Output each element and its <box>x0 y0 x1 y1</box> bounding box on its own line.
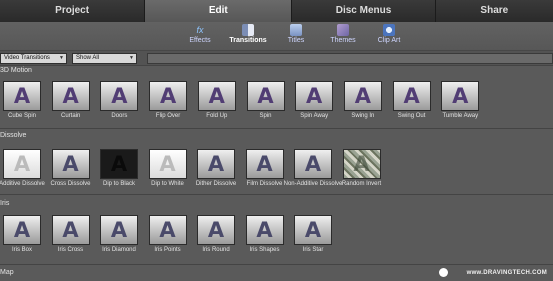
transition-preview-icon: A <box>13 152 31 176</box>
transition-thumbnail[interactable]: A <box>148 149 187 179</box>
transition-thumbnail[interactable]: A <box>245 215 284 245</box>
transition-thumbnail[interactable]: A <box>392 81 431 111</box>
tab-edit[interactable]: Edit <box>145 0 293 22</box>
clipart-icon <box>383 24 395 36</box>
transition-preview-icon: A <box>110 152 128 176</box>
transition-preview-icon: A <box>353 152 370 176</box>
transition-preview-icon: A <box>111 84 128 108</box>
category-dropdown[interactable]: Video Transitions ▼ <box>0 53 67 64</box>
transition-thumbnail[interactable]: A <box>441 81 480 111</box>
clipart-tool[interactable]: Clip Art <box>374 24 404 48</box>
themes-icon <box>337 24 349 36</box>
transition-preview-icon: A <box>207 152 225 176</box>
transition-preview-icon: A <box>62 152 79 176</box>
transition-preview-icon: A <box>208 84 225 108</box>
transition-preview-icon: A <box>304 218 322 242</box>
tab-share[interactable]: Share <box>436 0 553 22</box>
titles-label: Titles <box>287 37 305 44</box>
transition-preview-icon: A <box>304 152 322 176</box>
effects-tool[interactable]: fx Effects <box>185 24 215 48</box>
search-input[interactable] <box>147 53 553 64</box>
transition-preview-icon: A <box>159 218 176 242</box>
category-3d-motion-label: 3D Motion <box>0 67 32 74</box>
transition-thumbnail[interactable]: A <box>100 215 138 245</box>
transitions-tool[interactable]: Transitions <box>229 24 267 48</box>
transition-thumbnail[interactable]: A <box>197 215 235 245</box>
chevron-down-icon: ▼ <box>129 55 134 61</box>
transition-thumbnail[interactable]: A <box>197 81 236 111</box>
transition-preview-icon: A <box>256 218 273 242</box>
transition-preview-icon: A <box>159 152 176 176</box>
show-dropdown-value: Show All <box>76 55 100 61</box>
transition-thumbnail[interactable]: A <box>100 149 138 179</box>
effects-icon: fx <box>196 25 204 35</box>
transition-preview-icon: A <box>306 84 323 108</box>
category-iris-label: Iris <box>0 200 10 207</box>
transition-thumbnail[interactable]: A <box>342 149 381 179</box>
edit-toolbar: fx Effects Transitions Titles Themes Cli… <box>0 22 553 51</box>
transition-thumbnail[interactable]: A <box>148 215 187 245</box>
transition-preview-icon: A <box>257 84 274 108</box>
transition-preview-icon: A <box>207 218 225 242</box>
transition-preview-icon: A <box>403 84 420 108</box>
transition-thumbnail[interactable]: A <box>3 149 41 179</box>
transition-label: Iris Star <box>302 247 324 253</box>
transition-preview-icon: A <box>256 152 273 176</box>
transition-thumbnail[interactable]: A <box>294 215 332 245</box>
chevron-down-icon: ▼ <box>59 55 64 61</box>
divider <box>0 128 553 129</box>
watermark-logo-icon <box>439 268 448 277</box>
category-dissolve-label: Dissolve <box>0 132 27 139</box>
transition-preview-icon: A <box>62 84 79 108</box>
titles-icon <box>290 24 302 36</box>
transition-preview-icon: A <box>159 84 177 108</box>
transition-thumbnail[interactable]: A <box>246 81 285 111</box>
filter-bar: Video Transitions ▼ Show All ▼ <box>0 51 553 66</box>
transition-preview-icon: A <box>354 84 372 108</box>
transition-thumbnail[interactable]: A <box>343 81 382 111</box>
tab-disc-menus[interactable]: Disc Menus <box>292 0 436 22</box>
category-dropdown-value: Video Transitions <box>4 55 50 61</box>
tab-project[interactable]: Project <box>0 0 146 22</box>
divider <box>0 264 553 265</box>
transition-preview-icon: A <box>13 218 31 242</box>
transition-label: Tumble Away <box>442 113 479 119</box>
category-map-label: Map <box>0 269 14 276</box>
transition-thumbnail[interactable]: A <box>51 149 90 179</box>
transition-thumbnail[interactable]: A <box>245 149 284 179</box>
transition-preview-icon: A <box>62 218 79 242</box>
transition-thumbnail[interactable]: A <box>149 81 188 111</box>
effects-label: Effects <box>189 37 211 44</box>
transition-thumbnail[interactable]: A <box>294 149 332 179</box>
watermark: www.DRAVINGTECH.COM <box>466 270 547 276</box>
transition-preview-icon: A <box>452 84 469 108</box>
clipart-label: Clip Art <box>377 37 401 44</box>
main-tabs: Project Edit Disc Menus Share <box>0 0 553 22</box>
show-dropdown[interactable]: Show All ▼ <box>72 53 137 64</box>
themes-tool[interactable]: Themes <box>328 24 358 48</box>
transition-thumbnail[interactable]: A <box>100 81 139 111</box>
transition-thumbnail[interactable]: A <box>295 81 334 111</box>
transitions-label: Transitions <box>229 37 267 44</box>
editor-frame: Project Edit Disc Menus Share fx Effects… <box>0 0 553 281</box>
titles-tool[interactable]: Titles <box>283 24 309 48</box>
transition-preview-icon: A <box>110 218 128 242</box>
themes-label: Themes <box>330 37 356 44</box>
transition-thumbnail[interactable]: A <box>3 215 41 245</box>
transition-thumbnail[interactable]: A <box>197 149 235 179</box>
transitions-icon <box>242 24 254 36</box>
transition-label: Random Invert <box>341 181 382 187</box>
transition-preview-icon: A <box>13 84 31 108</box>
transition-thumbnail[interactable]: A <box>51 81 90 111</box>
transition-thumbnail[interactable]: A <box>51 215 90 245</box>
transition-thumbnail[interactable]: A <box>3 81 41 111</box>
divider <box>0 194 553 195</box>
